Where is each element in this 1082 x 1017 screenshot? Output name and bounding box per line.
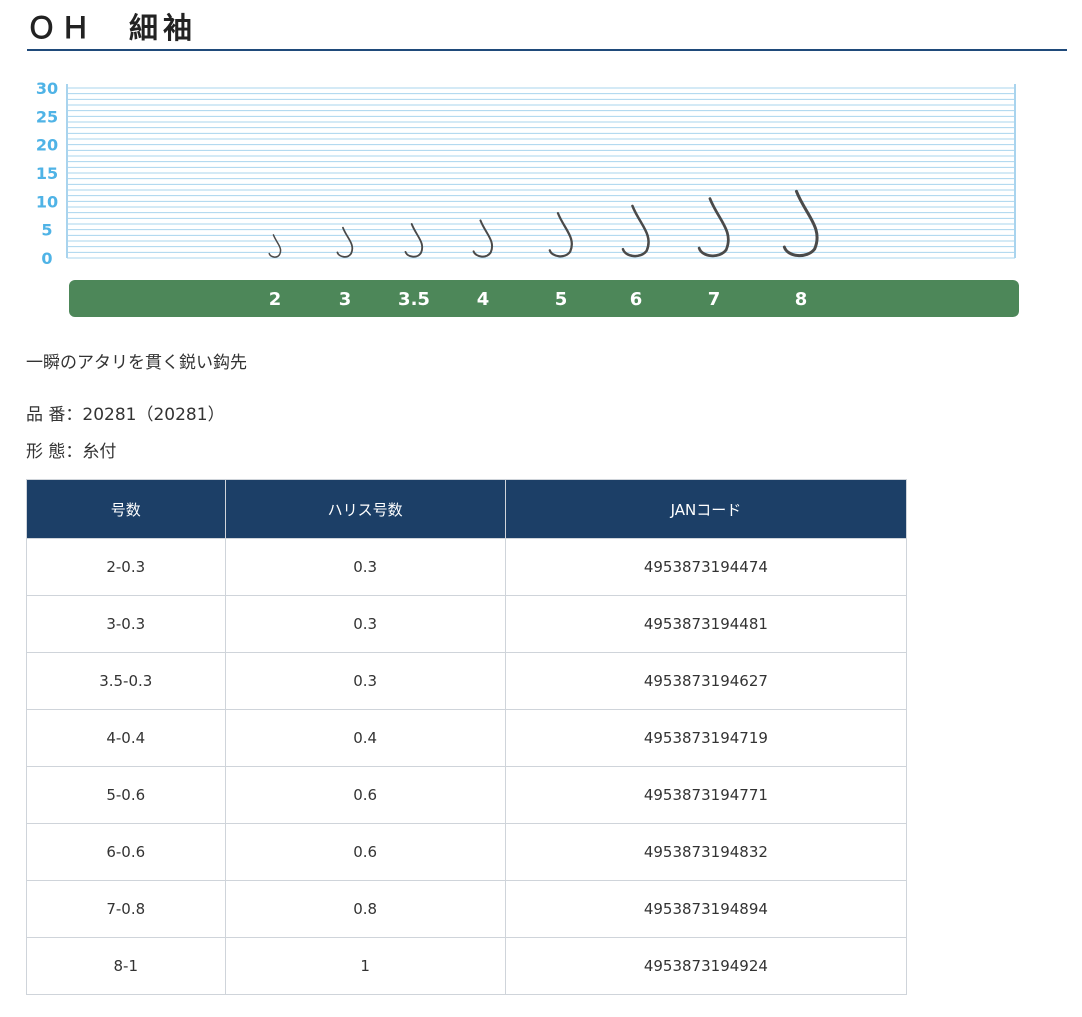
hook-size-label: 4 — [477, 289, 490, 310]
hook-icon — [548, 211, 573, 258]
table-row: 3-0.3 0.3 4953873194481 — [26, 595, 908, 653]
y-tick-label: 25 — [36, 107, 58, 126]
hook-size-chart: 30 25 20 15 10 5 0 30 25 20 15 10 5 0 2 3 3.5 4 5 6 7 8 — [36, 79, 1027, 317]
cell-jan-code: 4953873194924 — [504, 937, 908, 995]
y-tick-label: 0 — [41, 249, 52, 268]
product-code-value: 20281（20281） — [82, 405, 225, 425]
spec-table: 号数 ハリス号数 JANコード 2-0.3 0.3 4953873194474 … — [26, 479, 908, 995]
table-row: 8-1 1 4953873194924 — [26, 937, 908, 995]
y-tick-label: 15 — [36, 164, 58, 183]
cell-jan-code: 4953873194627 — [504, 652, 908, 710]
cell-size: 7-0.8 — [26, 880, 226, 938]
cell-line-size: 0.3 — [224, 538, 506, 596]
cell-jan-code: 4953873194894 — [504, 880, 908, 938]
spec-table-header-row: 号数 ハリス号数 JANコード — [26, 479, 908, 539]
product-form: 形 態：糸付 — [26, 437, 116, 462]
cell-line-size: 0.3 — [224, 595, 506, 653]
catch-copy: 一瞬のアタリを貫く鋭い鈎先 — [26, 353, 247, 373]
hook-icon — [268, 234, 282, 258]
cell-size: 3.5-0.3 — [26, 652, 226, 710]
product-form-value: 糸付 — [82, 442, 117, 462]
table-row: 2-0.3 0.3 4953873194474 — [26, 538, 908, 596]
hook-size-label: 5 — [555, 289, 568, 310]
cell-line-size: 0.6 — [224, 823, 506, 881]
header-size: 号数 — [26, 479, 226, 539]
hook-size-label: 3.5 — [398, 289, 430, 310]
page-title: ＯＨ 細袖 — [27, 8, 1067, 51]
hook-icon — [621, 204, 650, 258]
left-axis: 30 25 20 15 10 5 0 — [36, 79, 58, 268]
cell-size: 6-0.6 — [26, 823, 226, 881]
cell-jan-code: 4953873194474 — [504, 538, 908, 596]
table-row: 4-0.4 0.4 4953873194719 — [26, 709, 908, 767]
spec-table-body: 2-0.3 0.3 4953873194474 3-0.3 0.3 495387… — [26, 538, 908, 995]
cell-line-size: 0.6 — [224, 766, 506, 824]
cell-line-size: 0.8 — [224, 880, 506, 938]
y-tick-label: 20 — [36, 136, 58, 155]
cell-size: 2-0.3 — [26, 538, 226, 596]
table-row: 7-0.8 0.8 4953873194894 — [26, 880, 908, 938]
y-tick-label: 5 — [41, 221, 52, 240]
header-jan-code: JANコード — [504, 479, 908, 539]
table-row: 6-0.6 0.6 4953873194832 — [26, 823, 908, 881]
cell-size: 8-1 — [26, 937, 226, 995]
table-row: 3.5-0.3 0.3 4953873194627 — [26, 652, 908, 710]
cell-size: 5-0.6 — [26, 766, 226, 824]
cell-jan-code: 4953873194719 — [504, 709, 908, 767]
cell-jan-code: 4953873194771 — [504, 766, 908, 824]
cell-size: 3-0.3 — [26, 595, 226, 653]
hook-size-label: 7 — [708, 289, 721, 310]
hook-size-label: 6 — [630, 289, 643, 310]
hook-icon — [472, 219, 493, 258]
hook-size-label: 8 — [795, 289, 808, 310]
header-line-size: ハリス号数 — [224, 479, 506, 539]
size-band — [69, 280, 1019, 317]
y-tick-label: 10 — [36, 192, 58, 211]
cell-line-size: 1 — [224, 937, 506, 995]
table-row: 5-0.6 0.6 4953873194771 — [26, 766, 908, 824]
cell-size: 4-0.4 — [26, 709, 226, 767]
hook-size-label: 2 — [269, 289, 282, 310]
cell-jan-code: 4953873194481 — [504, 595, 908, 653]
product-form-label: 形 態： — [26, 442, 83, 462]
product-code-label: 品 番： — [26, 405, 83, 425]
product-code: 品 番：20281（20281） — [26, 400, 225, 425]
spec-table-header: 号数 ハリス号数 JANコード — [26, 479, 908, 539]
hook-size-label: 3 — [339, 289, 352, 310]
cell-line-size: 0.3 — [224, 652, 506, 710]
y-tick-label: 30 — [36, 79, 58, 98]
hook-icon — [404, 223, 424, 258]
grid-lines — [66, 84, 1016, 259]
cell-jan-code: 4953873194832 — [504, 823, 908, 881]
cell-line-size: 0.4 — [224, 709, 506, 767]
